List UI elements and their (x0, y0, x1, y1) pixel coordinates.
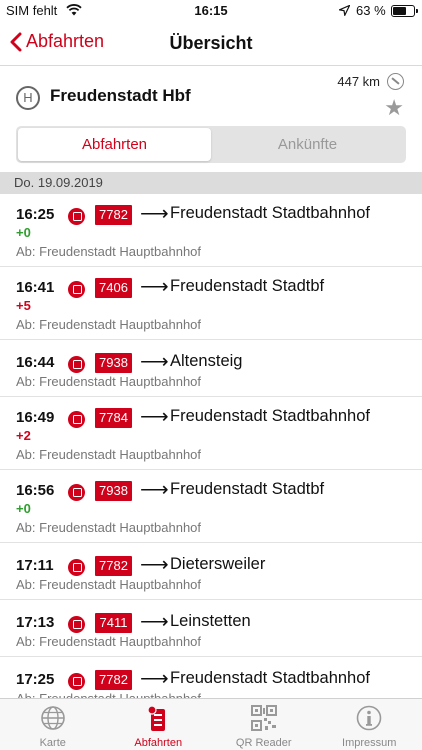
tab-label: Karte (39, 737, 66, 749)
arrow-right-icon: ⟶ (140, 611, 169, 633)
departures-icon (145, 705, 171, 738)
date-section-header: Do. 19.09.2019 (0, 172, 422, 194)
departure-destination: Leinstetten (170, 612, 251, 630)
navigation-bar: Abfahrten Übersicht (0, 22, 422, 66)
departure-row[interactable]: 17:13 7411 ⟶ Leinstetten Ab: Freudenstadt Ha… (0, 600, 422, 657)
location-arrow-icon (337, 4, 351, 19)
departure-destination: Freudenstadt Stadtbf (170, 480, 325, 498)
departure-time: 17:13 (16, 614, 55, 631)
line-badge: 7782 (95, 205, 132, 225)
line-badge: 7782 (95, 556, 132, 576)
departure-destination: Freudenstadt Stadtbahnhof (170, 407, 370, 425)
departure-delay: +0 (16, 501, 31, 516)
tab-label: Impressum (342, 737, 397, 749)
bus-icon (68, 356, 85, 373)
battery-icon (391, 5, 418, 17)
departure-time: 16:44 (16, 354, 55, 371)
departure-list[interactable]: 16:25 +0 7782 ⟶ Freudenstadt Stadtbahnhof Ab:… (0, 194, 422, 698)
departure-time: 17:25 (16, 671, 55, 688)
bus-stop-icon: H (16, 86, 40, 110)
line-badge: 7938 (95, 481, 132, 501)
tab-qr-reader[interactable]: QR Reader (211, 699, 317, 750)
bus-icon (68, 616, 85, 633)
arrow-right-icon: ⟶ (140, 406, 169, 428)
departure-origin: Ab: Freudenstadt Hauptbahnhof (16, 691, 201, 698)
departure-delay: +5 (16, 298, 31, 313)
departure-destination: Altensteig (170, 352, 243, 370)
compass-icon (387, 73, 404, 90)
departure-origin: Ab: Freudenstadt Hauptbahnhof (16, 374, 202, 389)
departure-destination: Dietersweiler (170, 555, 266, 573)
departure-row[interactable]: 17:25 7782 ⟶Freudenstadt Stadtbahnhof Ab: F… (0, 657, 422, 698)
tab-karte[interactable]: Karte (0, 699, 106, 750)
bus-icon (68, 484, 85, 501)
departures-arrivals-toggle: Abfahrten Ankünfte (16, 126, 406, 163)
departure-delay: +2 (16, 428, 31, 443)
status-bar: SIM fehlt 16:15 63 % (0, 0, 422, 22)
tab-bar: Karte Abfahrten QR Reader Impressum (0, 698, 422, 750)
departure-row[interactable]: 16:25 +0 7782 ⟶ Freudenstadt Stadtbahnhof Ab:… (0, 194, 422, 267)
station-distance: 447 km (337, 74, 380, 89)
page-title: Übersicht (169, 33, 253, 53)
bus-icon (68, 208, 85, 225)
departure-destination: Freudenstadt Stadtbahnhof (170, 204, 370, 222)
bus-icon (68, 281, 85, 298)
departure-row[interactable]: 17:11 7782 ⟶ Dietersweiler Ab: Freudenstadt … (0, 543, 422, 600)
departure-time: 16:49 (16, 409, 55, 426)
station-name: Freudenstadt Hbf (50, 86, 191, 105)
departure-origin: Ab: Freudenstadt Hauptbahnhof (16, 520, 202, 535)
arrow-right-icon: ⟶ (140, 668, 169, 690)
departure-row[interactable]: 16:49 +2 7784 ⟶ Freudenstadt Stadtbahnhof Ab:… (0, 397, 422, 470)
globe-icon (40, 705, 66, 736)
battery-percent: 63 % (356, 3, 386, 18)
tab-departures[interactable]: Abfahrten (18, 128, 211, 161)
arrow-right-icon: ⟶ (140, 479, 169, 501)
info-icon (356, 705, 382, 736)
departure-time: 17:11 (16, 557, 54, 574)
departure-origin: Ab: Freudenstadt Hauptbahnhof (16, 317, 202, 332)
tab-arrivals[interactable]: Ankünfte (211, 128, 404, 161)
line-badge: 7411 (95, 613, 132, 633)
departure-time: 16:41 (16, 279, 55, 296)
arrow-right-icon: ⟶ (140, 351, 169, 373)
line-badge: 7938 (95, 353, 132, 373)
line-badge: 7784 (95, 408, 132, 428)
departure-origin: Ab: Freudenstadt Hauptbahnhof (16, 634, 202, 649)
departure-destination: Freudenstadt Stadtbf (170, 277, 325, 295)
arrow-right-icon: ⟶ (140, 276, 169, 298)
departure-row[interactable]: 16:56 +0 7938 ⟶ Freudenstadt Stadtbf Ab: Freu… (0, 470, 422, 543)
station-header: H Freudenstadt Hbf 447 km ★ (0, 66, 422, 124)
departure-destination: Freudenstadt Stadtbahnhof (170, 669, 370, 687)
favorite-star-icon[interactable]: ★ (384, 95, 404, 121)
arrow-right-icon: ⟶ (140, 554, 169, 576)
tab-label: QR Reader (235, 737, 292, 749)
line-badge: 7406 (95, 278, 132, 298)
departure-origin: Ab: Freudenstadt Hauptbahnhof (16, 447, 202, 462)
bus-icon (68, 559, 85, 576)
departure-time: 16:25 (16, 206, 55, 223)
departure-origin: Ab: Freudenstadt Hauptbahnhof (16, 577, 202, 592)
tab-impressum[interactable]: Impressum (317, 699, 422, 750)
departure-row[interactable]: 16:41 +5 7406 ⟶ Freudenstadt Stadtbf Ab: Freu… (0, 267, 422, 340)
bus-icon (68, 411, 85, 428)
line-badge: 7782 (95, 670, 132, 690)
arrow-right-icon: ⟶ (140, 203, 169, 225)
departure-row[interactable]: 16:44 7938 ⟶ Altensteig Ab: Freudenstadt Hau… (0, 340, 422, 397)
departure-origin: Ab: Freudenstadt Hauptbahnhof (16, 244, 202, 259)
qr-code-icon (250, 705, 277, 736)
departure-time: 16:56 (16, 482, 55, 499)
tab-label: Abfahrten (134, 737, 183, 749)
departure-delay: +0 (16, 225, 31, 240)
bus-icon (68, 673, 85, 690)
tab-abfahrten[interactable]: Abfahrten (106, 699, 212, 750)
